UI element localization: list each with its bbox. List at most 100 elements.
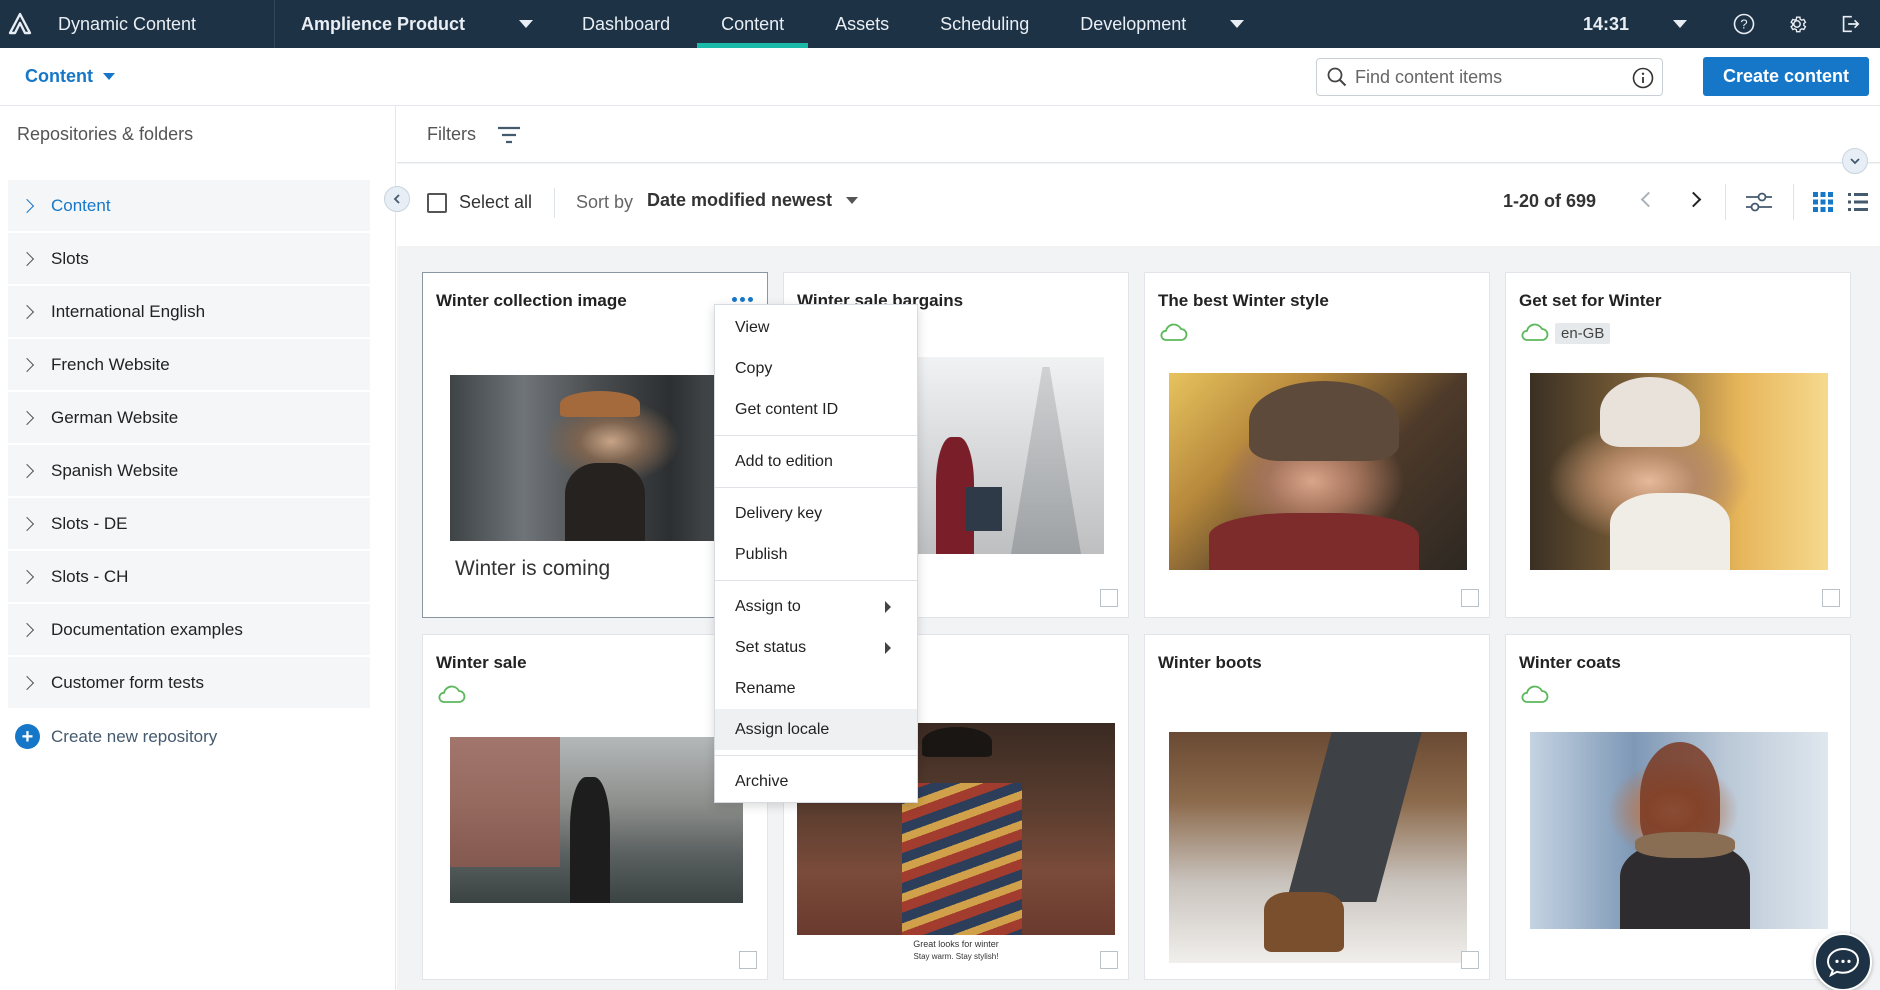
card-context-menu: View Copy Get content ID Add to edition …: [714, 304, 918, 803]
sidebar-item-french-website[interactable]: French Website: [8, 339, 370, 390]
repository-list: Content Slots International English Fren…: [8, 180, 370, 710]
filters-label[interactable]: Filters: [427, 124, 476, 145]
card-title: The best Winter style: [1158, 291, 1329, 310]
published-cloud-icon: [1521, 323, 1549, 341]
sidebar-item-label: German Website: [51, 407, 179, 427]
nav-dashboard[interactable]: Dashboard: [582, 0, 670, 48]
card-select-checkbox[interactable]: [1461, 951, 1479, 969]
content-main-area: Filters Select all Sort by Date modified…: [397, 106, 1880, 990]
chat-bubble-icon: [1826, 947, 1860, 977]
search-icon: [1327, 67, 1347, 87]
menu-item-publish[interactable]: Publish: [715, 534, 917, 575]
previous-page-icon[interactable]: [1640, 191, 1657, 208]
select-all-label: Select all: [459, 192, 533, 212]
chevron-left-icon: [393, 194, 400, 204]
content-card-winter-coats[interactable]: Winter coats: [1505, 634, 1851, 980]
repositories-sidebar: Repositories & folders Content Slots Int…: [0, 106, 396, 990]
chevron-down-icon: [1230, 20, 1245, 28]
hub-selector[interactable]: Amplience Product: [301, 0, 534, 48]
search-box[interactable]: [1316, 58, 1663, 96]
card-title: Winter boots: [1158, 653, 1262, 672]
menu-item-rename[interactable]: Rename: [715, 668, 917, 709]
sidebar-item-label: French Website: [51, 354, 170, 374]
grid-view-icon[interactable]: [1813, 192, 1833, 212]
chevron-right-icon: [19, 622, 35, 637]
sidebar-item-label: Slots: [51, 248, 89, 268]
published-cloud-icon: [1160, 323, 1188, 341]
sidebar-item-customer-form-tests[interactable]: Customer form tests: [8, 657, 370, 708]
nav-content[interactable]: Content: [697, 0, 809, 48]
menu-item-view[interactable]: View: [715, 307, 917, 348]
create-content-button[interactable]: Create content: [1703, 57, 1869, 96]
sidebar-item-label: Content: [51, 195, 111, 215]
chat-support-button[interactable]: [1814, 933, 1872, 990]
help-icon[interactable]: ?: [1733, 13, 1755, 35]
logout-icon[interactable]: [1839, 13, 1861, 35]
content-card-winter-boots[interactable]: Winter boots: [1144, 634, 1490, 980]
card-select-checkbox[interactable]: [1822, 589, 1840, 607]
info-icon[interactable]: [1632, 67, 1654, 89]
sidebar-item-international-english[interactable]: International English: [8, 286, 370, 337]
select-all-checkbox[interactable]: Select all: [427, 192, 532, 213]
sidebar-item-german-website[interactable]: German Website: [8, 392, 370, 443]
view-settings-icon[interactable]: [1745, 190, 1773, 214]
sidebar-item-slots[interactable]: Slots: [8, 233, 370, 284]
card-select-checkbox[interactable]: [739, 951, 757, 969]
chevron-down-icon: [519, 20, 534, 28]
chevron-down-icon: [1850, 158, 1860, 165]
chevron-right-icon: [19, 198, 35, 213]
amplience-logo-icon: [8, 12, 32, 35]
card-select-checkbox[interactable]: [1100, 589, 1118, 607]
filter-icon[interactable]: [497, 125, 521, 145]
nav-scheduling[interactable]: Scheduling: [940, 0, 1029, 48]
divider: [1725, 184, 1726, 220]
checkbox[interactable]: [427, 192, 447, 213]
content-toolbar: Select all Sort by Date modified newest …: [397, 164, 1880, 246]
brand[interactable]: Dynamic Content: [0, 0, 275, 48]
best-winter-style-image: [1169, 373, 1467, 570]
plus-icon: +: [15, 724, 40, 749]
card-select-checkbox[interactable]: [1461, 589, 1479, 607]
sort-by-label: Sort by: [576, 192, 634, 212]
content-card-get-set-for-winter[interactable]: Get set for Winter en-GB: [1505, 272, 1851, 618]
image-subcaption: Stay warm. Stay stylish!: [913, 952, 999, 961]
sidebar-item-spanish-website[interactable]: Spanish Website: [8, 445, 370, 496]
collapse-sidebar-button[interactable]: [384, 186, 410, 212]
card-select-checkbox[interactable]: [1100, 951, 1118, 969]
sidebar-item-slots-de[interactable]: Slots - DE: [8, 498, 370, 549]
sidebar-item-slots-ch[interactable]: Slots - CH: [8, 551, 370, 602]
search-input[interactable]: [1355, 66, 1625, 88]
time-dropdown-icon[interactable]: [1673, 20, 1687, 28]
menu-item-get-content-id[interactable]: Get content ID: [715, 389, 917, 430]
gear-icon[interactable]: [1786, 13, 1808, 35]
menu-item-label: Assign to: [735, 597, 801, 615]
content-dropdown-label: Content: [25, 66, 93, 86]
nav-assets[interactable]: Assets: [835, 0, 889, 48]
nav-development[interactable]: Development: [1080, 0, 1245, 48]
next-page-icon[interactable]: [1685, 191, 1702, 208]
expand-filters-button[interactable]: [1842, 148, 1868, 174]
sidebar-title: Repositories & folders: [17, 124, 194, 144]
content-card-best-winter-style[interactable]: The best Winter style: [1144, 272, 1490, 618]
submenu-arrow-icon: [885, 642, 891, 654]
menu-item-assign-to[interactable]: Assign to: [715, 586, 917, 627]
divider: [1793, 184, 1794, 220]
menu-divider: [715, 755, 917, 756]
menu-item-copy[interactable]: Copy: [715, 348, 917, 389]
sort-dropdown[interactable]: Date modified newest: [647, 190, 859, 211]
menu-item-archive[interactable]: Archive: [715, 761, 917, 802]
list-view-icon[interactable]: [1848, 192, 1868, 212]
chevron-right-icon: [19, 675, 35, 690]
menu-item-delivery-key[interactable]: Delivery key: [715, 493, 917, 534]
chevron-right-icon: [19, 569, 35, 584]
chevron-right-icon: [19, 357, 35, 372]
more-options-icon[interactable]: [732, 297, 753, 302]
create-repository-link[interactable]: + Create new repository: [15, 724, 217, 749]
menu-item-add-to-edition[interactable]: Add to edition: [715, 441, 917, 482]
content-dropdown[interactable]: Content: [25, 66, 115, 87]
sidebar-item-content[interactable]: Content: [8, 180, 370, 231]
sidebar-item-documentation-examples[interactable]: Documentation examples: [8, 604, 370, 655]
menu-item-set-status[interactable]: Set status: [715, 627, 917, 668]
menu-item-assign-locale[interactable]: Assign locale: [715, 709, 917, 750]
chevron-right-icon: [19, 410, 35, 425]
